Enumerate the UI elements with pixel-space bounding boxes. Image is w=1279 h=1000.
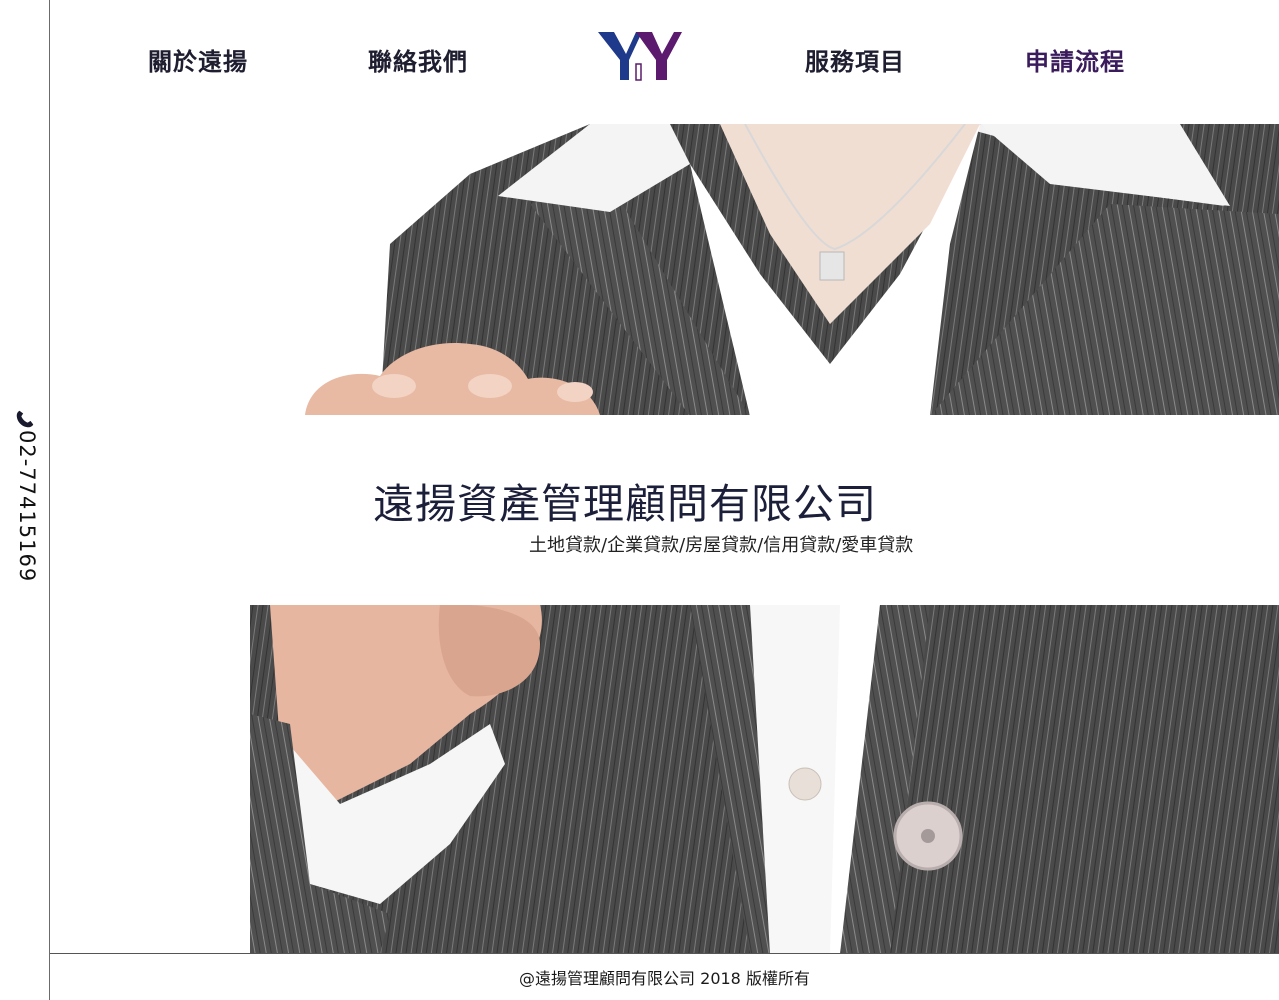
nav-services[interactable]: 服務項目 <box>805 42 905 77</box>
footer-divider <box>50 953 1279 954</box>
phone-icon <box>16 410 34 428</box>
services-subtitle: 土地貸款/企業貸款/房屋貸款/信用貸款/愛車貸款 <box>529 535 914 556</box>
footer-copyright: @遠揚管理顧問有限公司 2018 版權所有 <box>519 969 810 988</box>
phone-number: 02-77415169 <box>15 430 39 583</box>
nav-contact[interactable]: 聯絡我們 <box>368 42 468 77</box>
hero-card: 遠揚資產管理顧問有限公司 土地貸款/企業貸款/房屋貸款/信用貸款/愛車貸款 <box>128 415 1279 605</box>
nav-about[interactable]: 關於遠揚 <box>148 42 248 77</box>
left-rail: 02-77415169 <box>0 0 50 1000</box>
phone-contact[interactable]: 02-77415169 <box>4 408 44 598</box>
hero-banner: 遠揚資產管理顧問有限公司 土地貸款/企業貸款/房屋貸款/信用貸款/愛車貸款 <box>50 124 1279 954</box>
nav-process[interactable]: 申請流程 <box>1025 42 1125 77</box>
top-nav: 關於遠揚 聯絡我們 服務項目 申請流程 <box>50 0 1279 120</box>
company-title: 遠揚資產管理顧問有限公司 <box>373 480 877 528</box>
company-logo[interactable] <box>596 28 684 84</box>
